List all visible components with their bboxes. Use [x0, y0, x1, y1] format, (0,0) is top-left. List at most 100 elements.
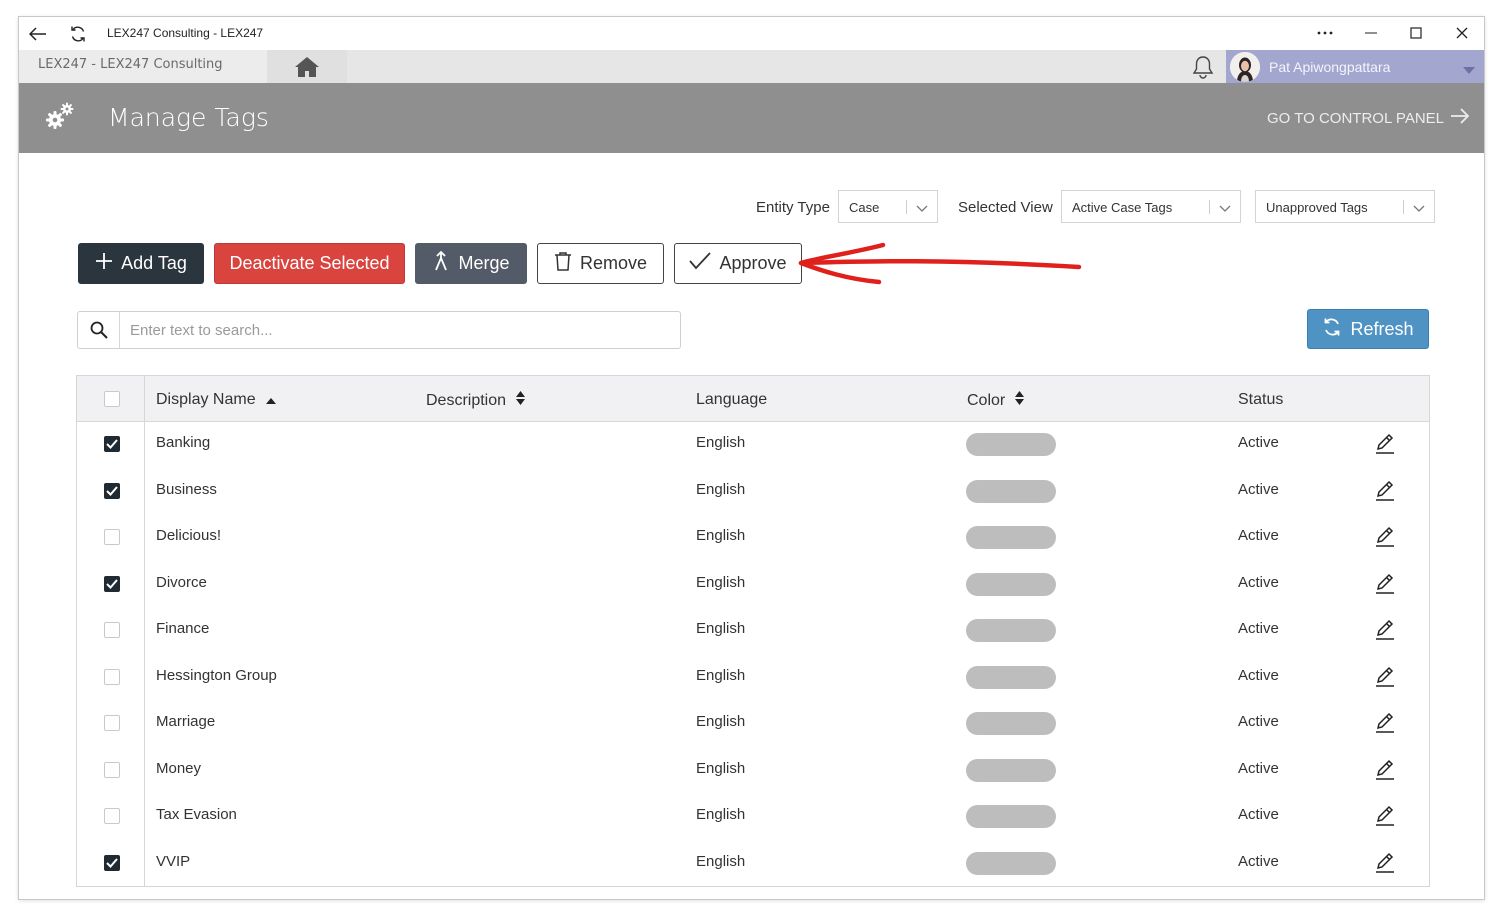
entity-type-value: Case [849, 200, 880, 215]
cell-status: Active [1238, 713, 1279, 730]
color-swatch [966, 526, 1056, 549]
table-row[interactable]: Finance English Active [77, 608, 1429, 654]
search-input[interactable] [121, 312, 676, 348]
home-icon[interactable] [267, 50, 347, 83]
table-row[interactable]: Business English Active [77, 469, 1429, 515]
pencil-icon[interactable] [1374, 712, 1396, 734]
back-arrow-icon[interactable] [27, 23, 49, 45]
table-row[interactable]: Banking English Active [77, 422, 1429, 468]
cell-language: English [696, 713, 746, 730]
remove-label: Remove [579, 253, 648, 273]
table-row[interactable]: Divorce English Active [77, 562, 1429, 608]
cell-status: Active [1238, 527, 1279, 544]
sort-both-icon [516, 391, 526, 410]
column-description[interactable]: Description [426, 391, 526, 410]
color-swatch [966, 805, 1056, 828]
cell-status: Active [1238, 480, 1279, 498]
avatar [1230, 52, 1260, 82]
bell-icon[interactable] [1189, 55, 1217, 79]
gear-icon [44, 100, 76, 132]
window-title: LEX247 Consulting - LEX247 [107, 26, 264, 40]
selected-view-label: Selected View [958, 199, 1053, 216]
remove-button[interactable]: Remove [537, 243, 664, 284]
cell-language: English [696, 666, 746, 684]
table-row[interactable]: Money English Active [77, 748, 1429, 794]
close-icon[interactable] [1447, 22, 1477, 44]
row-checkbox[interactable] [104, 529, 120, 545]
column-status[interactable]: Status [1238, 391, 1283, 409]
chevron-down-icon [1413, 201, 1425, 216]
column-label: Status [1238, 391, 1284, 408]
pencil-icon[interactable] [1374, 852, 1396, 874]
user-name: Pat Apiwongpattara [1269, 59, 1391, 75]
table-row[interactable]: Delicious! English Active [77, 515, 1429, 561]
cell-display-name: VVIP [156, 852, 191, 870]
cell-language: English [696, 527, 746, 544]
color-swatch [966, 851, 1056, 875]
pencil-icon[interactable] [1374, 480, 1396, 502]
row-checkbox[interactable] [104, 808, 120, 824]
cell-display-name: Divorce [156, 573, 207, 591]
cell-language: English [696, 620, 746, 637]
table-row[interactable]: Tax Evasion English Active [77, 794, 1429, 840]
check-icon [689, 252, 712, 275]
row-checkbox[interactable] [104, 668, 120, 685]
pencil-icon[interactable] [1374, 759, 1396, 781]
breadcrumb[interactable]: LEX247 - LEX247 Consulting [19, 50, 267, 83]
cell-language: English [696, 573, 746, 591]
approval-filter-value: Unapproved Tags [1266, 200, 1368, 215]
column-color[interactable]: Color [967, 391, 1025, 410]
table-row[interactable]: Hessington Group English Active [77, 655, 1429, 701]
column-display-name[interactable]: Display Name [156, 391, 276, 409]
selected-view-select[interactable]: Active Case Tags [1061, 190, 1241, 223]
cell-display-name: Business [156, 480, 217, 498]
pencil-icon[interactable] [1374, 666, 1396, 688]
row-checkbox[interactable] [104, 482, 120, 499]
column-label: Language [696, 391, 768, 408]
merge-button[interactable]: Merge [415, 243, 527, 284]
tags-table: Display Name Description Language Color … [76, 375, 1430, 887]
color-swatch [966, 572, 1056, 596]
deactivate-selected-button[interactable]: Deactivate Selected [214, 243, 405, 284]
row-checkbox[interactable] [104, 622, 120, 638]
refresh-icon [1322, 317, 1342, 342]
refresh-button[interactable]: Refresh [1307, 309, 1429, 349]
maximize-icon[interactable] [1401, 22, 1431, 44]
approve-button[interactable]: Approve [674, 243, 802, 284]
pencil-icon[interactable] [1374, 526, 1396, 548]
sort-both-icon [1015, 391, 1025, 410]
pencil-icon[interactable] [1374, 619, 1396, 641]
row-checkbox[interactable] [104, 436, 120, 452]
go-to-control-panel-link[interactable]: GO TO CONTROL PANEL [1267, 108, 1470, 128]
page-title: Manage Tags [108, 103, 269, 132]
row-checkbox[interactable] [104, 575, 120, 592]
user-menu[interactable]: Pat Apiwongpattara [1226, 50, 1484, 83]
cell-status: Active [1238, 573, 1279, 591]
refresh-icon[interactable] [67, 23, 89, 45]
chevron-down-icon [1463, 62, 1475, 80]
add-tag-button[interactable]: Add Tag [78, 243, 204, 284]
pencil-icon[interactable] [1374, 433, 1396, 455]
column-language[interactable]: Language [696, 391, 767, 409]
entity-type-select[interactable]: Case [838, 190, 938, 223]
row-checkbox[interactable] [104, 715, 120, 731]
deactivate-selected-label: Deactivate Selected [229, 253, 390, 273]
approval-filter-select[interactable]: Unapproved Tags [1255, 190, 1435, 223]
search-box [77, 311, 681, 349]
minimize-icon[interactable] [1356, 22, 1386, 44]
table-row[interactable]: VVIP English Active [77, 841, 1429, 887]
color-swatch [966, 479, 1056, 503]
pencil-icon[interactable] [1374, 573, 1396, 595]
more-icon[interactable] [1310, 22, 1340, 44]
column-label: Display Name [156, 391, 256, 408]
table-row[interactable]: Marriage English Active [77, 701, 1429, 747]
row-checkbox[interactable] [104, 854, 120, 871]
approve-label: Approve [719, 253, 787, 273]
search-icon[interactable] [78, 312, 120, 348]
check-icon [106, 439, 118, 449]
column-label: Description [426, 391, 507, 409]
cell-status: Active [1238, 759, 1279, 777]
row-checkbox[interactable] [104, 761, 120, 778]
page-header: Manage Tags GO TO CONTROL PANEL [19, 83, 1484, 153]
pencil-icon[interactable] [1374, 805, 1396, 827]
